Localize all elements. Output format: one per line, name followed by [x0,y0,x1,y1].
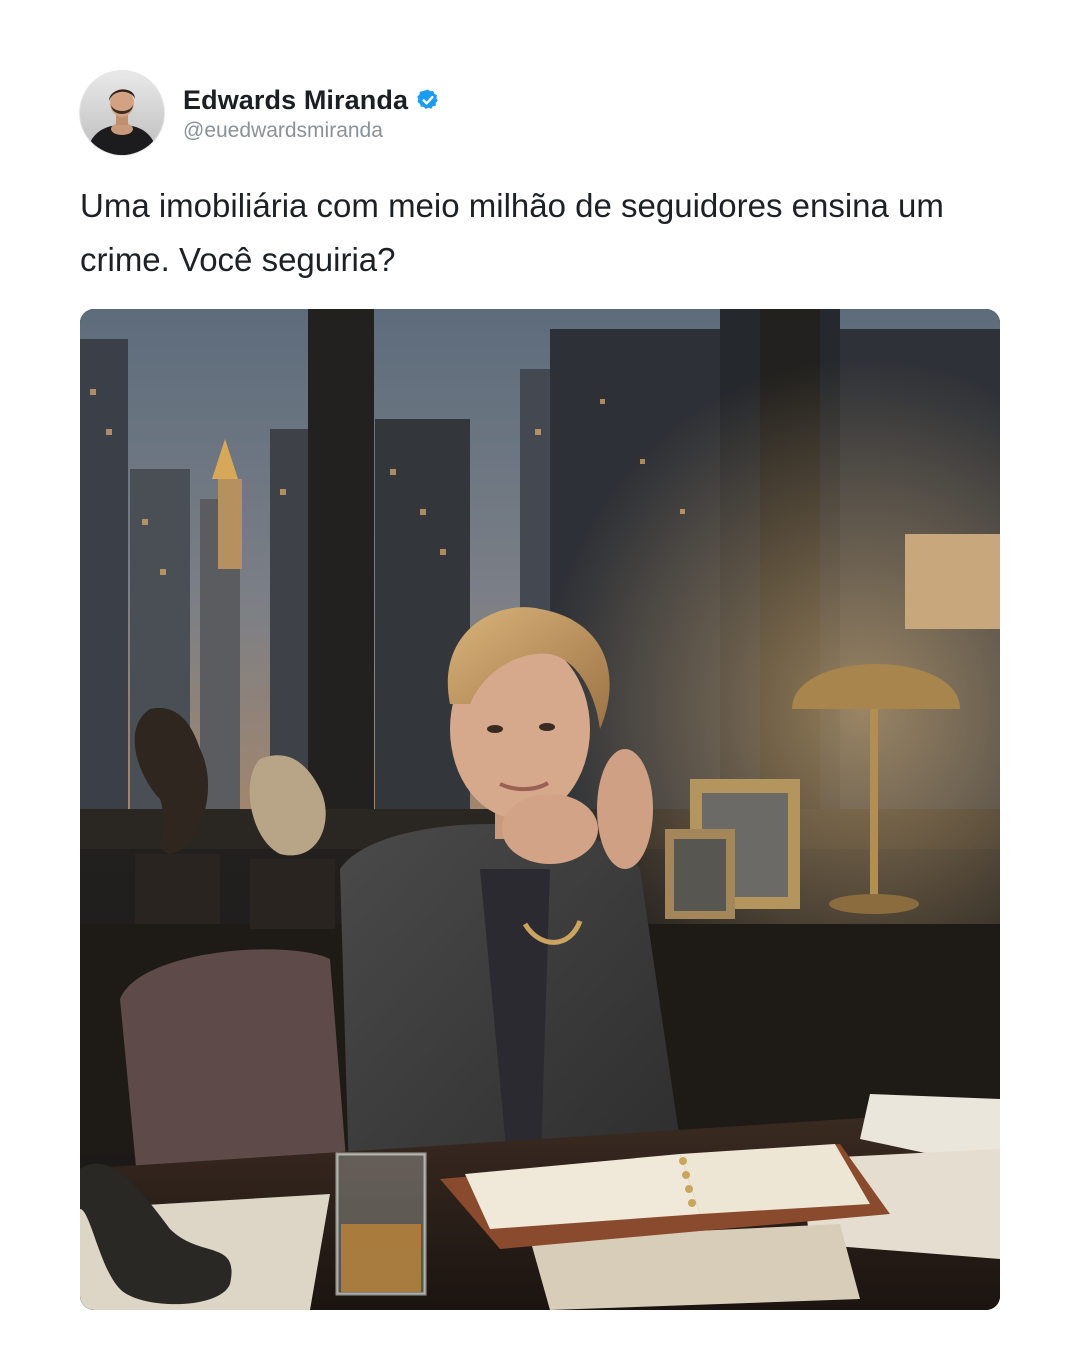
author-display-name[interactable]: Edwards Miranda [183,85,408,116]
author-handle[interactable]: @euedwardsmiranda [183,119,440,143]
author-names: Edwards Miranda @euedwardsmiranda [183,83,440,143]
author-avatar[interactable] [80,71,164,155]
post-photo[interactable] [80,309,1000,1310]
office-portrait-photo [80,309,1000,1310]
post-header: Edwards Miranda @euedwardsmiranda [80,71,440,155]
name-row: Edwards Miranda [183,83,440,117]
person-avatar-icon [80,71,164,155]
post-card: Edwards Miranda @euedwardsmiranda Uma im… [0,0,1080,1350]
post-text: Uma imobiliária com meio milhão de segui… [80,187,944,278]
verified-badge-icon [416,88,440,112]
